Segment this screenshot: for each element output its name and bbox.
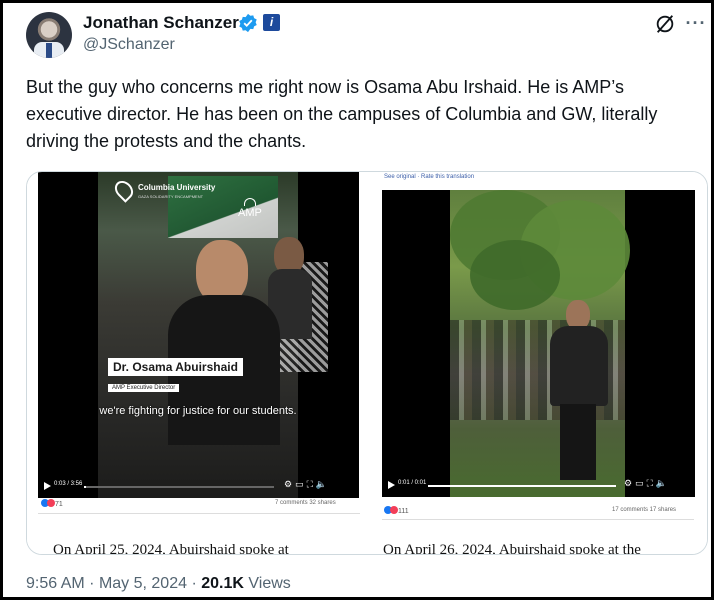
play-icon[interactable] [388,481,395,489]
volume-icon[interactable]: 🔈 [656,478,670,488]
location-badge-title: Columbia University [138,183,216,192]
lower-third-role: AMP Executive Director [108,384,180,392]
media-image-left[interactable]: Columbia University GAZA SOLIDARITY ENCA… [27,172,372,555]
progress-fill [428,485,616,487]
reaction-count: 111 [384,506,409,515]
avatar[interactable] [26,12,72,58]
video-frame-left[interactable]: Columbia University GAZA SOLIDARITY ENCA… [38,172,359,498]
views-label: Views [248,575,291,592]
settings-icon[interactable]: ⚙ [284,479,295,489]
pip-icon[interactable]: ▭ [635,478,647,488]
progress-fill [84,486,86,488]
video-controls: 0:01 / 0:01 ⚙▭⛶🔈 [382,475,695,497]
volume-icon[interactable]: 🔈 [316,479,330,489]
video-controls: 0:03 / 3:56 ⚙▭⛶🔈 [38,476,359,498]
media-grid: Columbia University GAZA SOLIDARITY ENCA… [26,171,708,555]
reaction-count: 71 [41,499,63,508]
divider [38,513,360,514]
video-control-icons[interactable]: ⚙▭⛶🔈 [284,479,330,490]
tweet-date[interactable]: May 5, 2024 [99,575,187,592]
separator-dot: · [89,575,99,592]
reaction-number: 71 [54,501,63,508]
divider [382,519,694,520]
video-scene [98,172,328,498]
see-original-link[interactable]: See original · Rate this translation [384,174,474,180]
location-badge-subtitle: GAZA SOLIDARITY ENCAMPMENT [138,194,204,199]
tweet-text: But the guy who concerns me right now is… [26,77,658,151]
tweet-time[interactable]: 9:56 AM [26,575,85,592]
video-control-icons[interactable]: ⚙▭⛶🔈 [624,478,670,489]
more-options-icon[interactable]: ··· [685,13,707,35]
affiliate-badge[interactable]: i [263,14,280,31]
media-image-right[interactable]: See original · Rate this translation 0:0… [374,172,707,555]
caption-text-left: On April 25, 2024, Abuirshaid spoke at [53,542,289,555]
comment-share-count: 17 comments 17 shares [612,507,677,513]
fullscreen-icon[interactable]: ⛶ [647,478,656,488]
lower-third-name: Dr. Osama Abuirshaid [108,358,243,376]
views-count[interactable]: 20.1K [201,575,244,592]
amp-logo-text: AMP [238,207,262,219]
progress-bar[interactable] [84,486,274,488]
verified-badge-icon[interactable] [238,13,258,33]
location-pin-icon [111,177,137,203]
settings-icon[interactable]: ⚙ [624,478,635,488]
caption-text-right: On April 26, 2024, Abuirshaid spoke at t… [383,542,641,555]
play-icon[interactable] [44,482,51,490]
grok-icon[interactable] [654,13,676,35]
fullscreen-icon[interactable]: ⛶ [307,479,316,489]
tweet-meta: 9:56 AM · May 5, 2024 · 20.1K Views [26,575,291,593]
reaction-number: 111 [397,508,409,515]
location-badge: Columbia University GAZA SOLIDARITY ENCA… [111,177,236,206]
tweet-container: Jonathan Schanzer i @JSchanzer ··· But t… [0,0,714,600]
speaker-figure [548,300,610,480]
video-scene [450,190,630,497]
separator-dot: · [191,575,202,592]
pip-icon[interactable]: ▭ [295,479,307,489]
comment-share-count: 7 comments 32 shares [275,500,336,506]
progress-bar[interactable] [428,485,616,487]
video-time: 0:01 / 0:01 [398,480,427,486]
video-time: 0:03 / 3:56 [54,481,83,487]
video-subtitle: we're fighting for justice for our stude… [99,405,297,417]
amp-logo: AMP [238,198,262,219]
author-handle[interactable]: @JSchanzer [83,36,175,54]
video-frame-right[interactable]: 0:01 / 0:01 ⚙▭⛶🔈 [382,190,695,497]
lower-third: Dr. Osama Abuirshaid AMP Executive Direc… [108,358,243,394]
author-name[interactable]: Jonathan Schanzer [83,13,239,33]
